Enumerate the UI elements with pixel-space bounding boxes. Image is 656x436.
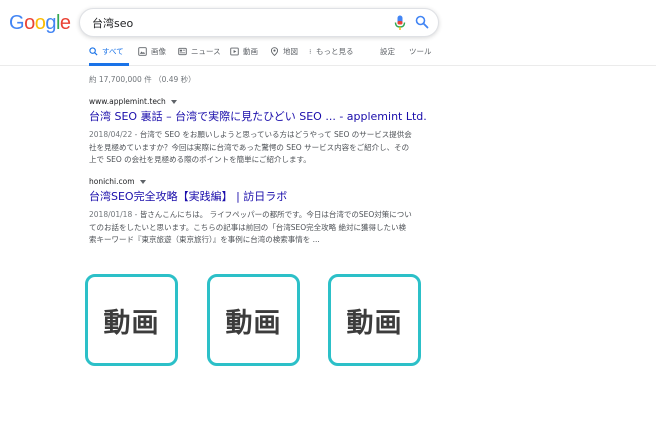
result-url[interactable]: honichi.com bbox=[89, 177, 449, 186]
image-icon bbox=[138, 47, 147, 56]
header: Google すべて 画像 bbox=[0, 0, 656, 66]
video-icon bbox=[230, 47, 239, 56]
result-snippet: 2018/01/18 - 皆さんこんにちは。 ライフペッパーの都所です。今日は台… bbox=[89, 209, 429, 247]
search-tabs: すべて 画像 ニュース 動画 地図 もっと見る 設定 ツール bbox=[0, 47, 656, 66]
tab-tools[interactable]: ツール bbox=[409, 47, 432, 66]
search-icon bbox=[89, 47, 98, 56]
tab-images[interactable]: 画像 bbox=[138, 47, 166, 66]
video-card[interactable]: 動画 bbox=[328, 274, 421, 366]
map-pin-icon bbox=[270, 47, 279, 56]
video-card-label: 動画 bbox=[346, 307, 403, 339]
result-title-link[interactable]: 台湾SEO完全攻略【実践編】 | 訪日ラボ bbox=[89, 190, 449, 204]
news-icon bbox=[178, 47, 187, 56]
caret-down-icon[interactable] bbox=[170, 99, 177, 104]
mic-icon[interactable] bbox=[394, 15, 406, 31]
caret-down-icon[interactable] bbox=[139, 179, 146, 184]
logo-letter: G bbox=[9, 12, 25, 34]
snippet-line: 社を見極めていますか？今回は実際に台湾であった驚愕の SEO サービス内容をご紹… bbox=[89, 142, 410, 152]
result-url[interactable]: www.applemint.tech bbox=[89, 97, 449, 106]
snippet-line: 皆さんこんにちは。 ライフペッパーの都所です。今日は台湾でのSEO対策につい bbox=[139, 210, 412, 219]
tab-label: ツール bbox=[409, 47, 432, 56]
tab-videos[interactable]: 動画 bbox=[230, 47, 258, 66]
snippet-line: てのお話をしたいと思います。こちらの記事は前回の「台湾SEO完全攻略 絶対に獲得… bbox=[89, 222, 407, 232]
tab-settings[interactable]: 設定 bbox=[380, 47, 395, 66]
google-logo[interactable]: Google bbox=[9, 12, 71, 35]
result-snippet: 2018/04/22 - 台湾で SEO をお願いしようと思っている方はどうやっ… bbox=[89, 129, 429, 167]
tab-news[interactable]: ニュース bbox=[178, 47, 221, 66]
video-card[interactable]: 動画 bbox=[207, 274, 300, 366]
search-result: honichi.com 台湾SEO完全攻略【実践編】 | 訪日ラボ 2018/0… bbox=[89, 177, 449, 247]
logo-letter: e bbox=[59, 12, 71, 34]
result-date: 2018/04/22 - bbox=[89, 130, 140, 139]
result-url-text: www.applemint.tech bbox=[89, 97, 166, 106]
logo-letter: o bbox=[24, 12, 35, 34]
video-card-label: 動画 bbox=[103, 307, 160, 339]
search-input[interactable] bbox=[92, 14, 382, 32]
snippet-line: 索キーワード『東京旅遊（東京旅行）』を事例に台湾の検索事情を ... bbox=[89, 235, 320, 244]
logo-letter: g bbox=[45, 12, 56, 34]
snippet-line: 台湾で SEO をお願いしようと思っている方はどうやって SEO のサービス提供… bbox=[139, 130, 412, 139]
result-title-link[interactable]: 台湾 SEO 裏話 – 台湾で実際に見たひどい SEO ... - applem… bbox=[89, 110, 449, 124]
more-vert-icon bbox=[309, 49, 311, 54]
tab-label: 地図 bbox=[283, 47, 298, 56]
tab-label: 設定 bbox=[380, 47, 395, 56]
tab-maps[interactable]: 地図 bbox=[270, 47, 298, 66]
tab-all[interactable]: すべて bbox=[89, 47, 129, 66]
search-box[interactable] bbox=[79, 8, 439, 37]
tab-label: 画像 bbox=[151, 47, 166, 56]
tab-label: もっと見る bbox=[316, 47, 354, 56]
tab-more[interactable]: もっと見る bbox=[309, 47, 354, 66]
search-result: www.applemint.tech 台湾 SEO 裏話 – 台湾で実際に見たひ… bbox=[89, 97, 449, 167]
video-card-label: 動画 bbox=[225, 307, 282, 339]
tab-label: すべて bbox=[102, 47, 124, 56]
snippet-line: 上で SEO の会社を見極める際のポイントを簡単にご紹介します。 bbox=[89, 155, 311, 164]
search-icon[interactable] bbox=[415, 15, 429, 29]
result-date: 2018/01/18 - bbox=[89, 210, 140, 219]
tab-label: ニュース bbox=[191, 47, 221, 56]
tab-label: 動画 bbox=[243, 47, 258, 56]
result-stats: 約 17,700,000 件 （0.49 秒） bbox=[89, 75, 196, 84]
result-url-text: honichi.com bbox=[89, 177, 135, 186]
video-card[interactable]: 動画 bbox=[85, 274, 178, 366]
logo-letter: o bbox=[34, 12, 46, 34]
